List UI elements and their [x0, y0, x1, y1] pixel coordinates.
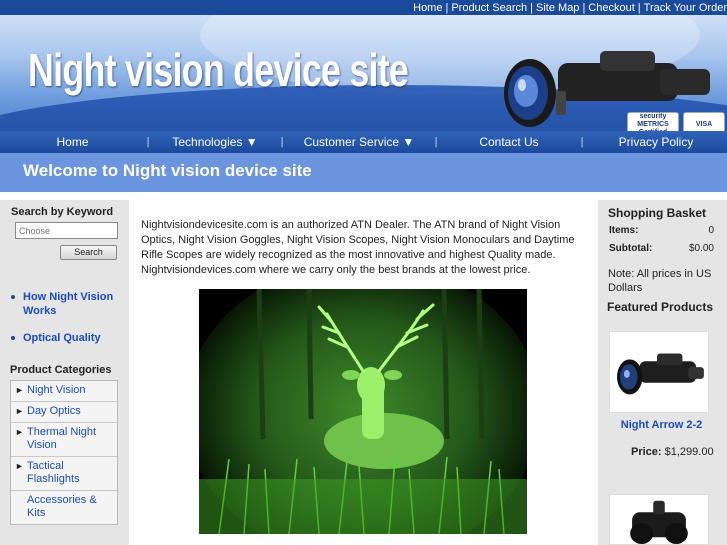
category-night-vision[interactable]: ► Night Vision — [11, 381, 117, 402]
price-note: Note: All prices in US Dollars — [608, 268, 712, 294]
top-link-product-search[interactable]: Product Search — [451, 2, 527, 14]
main-content: Nightvisiondevicesite.com is an authoriz… — [141, 218, 589, 278]
arrow-right-icon: ► — [15, 427, 24, 437]
items-value: 0 — [708, 225, 714, 236]
nav-customer-service[interactable]: Customer Service ▼ — [285, 131, 433, 153]
bullet-icon — [11, 336, 15, 340]
category-day-optics[interactable]: ► Day Optics — [11, 402, 117, 423]
top-links: Home | Product Search | Site Map | Checkout… — [413, 0, 727, 15]
link-how-night-vision-works[interactable]: How Night Vision Works — [23, 291, 113, 317]
trust-badges: security METRICS Certified VISA — [627, 112, 725, 131]
basket-title: Shopping Basket — [608, 206, 707, 220]
subtotal-label: Subtotal: — [609, 243, 653, 254]
category-label: Thermal Night Vision — [27, 426, 97, 451]
left-sidebar: Search by Keyword Search How Night Visio… — [0, 200, 129, 545]
subtotal-value: $0.00 — [688, 243, 714, 254]
category-list: ► Night Vision ► Day Optics ► Thermal Ni… — [10, 380, 118, 525]
nav-home[interactable]: Home — [0, 131, 145, 153]
page-title: Welcome to Night vision device site — [23, 161, 312, 180]
info-links: How Night Vision Works Optical Quality — [11, 290, 123, 358]
nav-contact-us[interactable]: Contact Us — [439, 131, 579, 153]
bullet-icon — [11, 295, 15, 299]
price-label: Price: — [631, 446, 662, 458]
search-title: Search by Keyword — [11, 206, 114, 218]
product-image-night-arrow[interactable] — [609, 331, 709, 413]
search-button[interactable]: Search — [60, 245, 117, 260]
category-label: Day Optics — [27, 405, 81, 417]
intro-paragraph: Nightvisiondevicesite.com is an authoriz… — [141, 219, 575, 276]
nav-technologies[interactable]: Technologies ▼ — [151, 131, 279, 153]
separator: | — [445, 1, 449, 14]
category-thermal-night-vision[interactable]: ► Thermal Night Vision — [11, 423, 117, 457]
basket-subtotal-row: Subtotal: $0.00 — [609, 243, 714, 254]
top-link-home[interactable]: Home — [413, 2, 442, 14]
list-item: Optical Quality — [11, 331, 123, 345]
site-logo-title[interactable]: Night vision device site — [28, 43, 409, 97]
welcome-strip: Welcome to Night vision device site — [0, 153, 727, 192]
night-vision-deer-image — [199, 289, 527, 534]
top-link-track-order[interactable]: Track Your Order — [644, 2, 727, 14]
category-accessories-kits[interactable]: Accessories & Kits — [11, 491, 117, 524]
arrow-right-icon: ► — [15, 385, 24, 395]
nav-privacy-policy[interactable]: Privacy Policy — [585, 131, 727, 153]
category-label: Night Vision — [27, 384, 86, 396]
product-price: Price: $1,299.00 — [631, 446, 714, 458]
arrow-right-icon: ► — [15, 406, 24, 416]
product-name-link[interactable]: Night Arrow 2-2 — [598, 419, 725, 431]
list-item: How Night Vision Works — [11, 290, 123, 318]
separator: | — [582, 1, 586, 14]
keyword-search-input[interactable] — [15, 222, 118, 239]
categories-title: Product Categories — [10, 364, 112, 376]
category-label: Tactical Flashlights — [27, 460, 80, 485]
visa-badge: VISA — [683, 112, 725, 131]
top-link-site-map[interactable]: Site Map — [536, 2, 579, 14]
separator: | — [637, 1, 641, 14]
featured-title: Featured Products — [607, 300, 714, 314]
link-optical-quality[interactable]: Optical Quality — [23, 332, 101, 344]
category-label: Accessories & Kits — [27, 494, 97, 519]
header-banner: Night vision device site security METRIC… — [0, 15, 727, 131]
arrow-right-icon: ► — [15, 461, 24, 471]
main-nav: Home | Technologies ▼ | Customer Service… — [0, 131, 727, 153]
top-link-checkout[interactable]: Checkout — [588, 2, 634, 14]
separator: | — [530, 1, 534, 14]
product-image-goggles[interactable] — [609, 494, 709, 545]
items-label: Items: — [609, 225, 639, 236]
price-value: $1,299.00 — [664, 446, 714, 458]
top-links-bar: Home | Product Search | Site Map | Checkout… — [0, 0, 727, 15]
security-metrics-badge[interactable]: security METRICS Certified — [627, 112, 679, 131]
category-tactical-flashlights[interactable]: ► Tactical Flashlights — [11, 457, 117, 491]
right-sidebar: Shopping Basket Items: 0 Subtotal: $0.00… — [598, 200, 727, 545]
basket-items-row: Items: 0 — [609, 225, 714, 236]
